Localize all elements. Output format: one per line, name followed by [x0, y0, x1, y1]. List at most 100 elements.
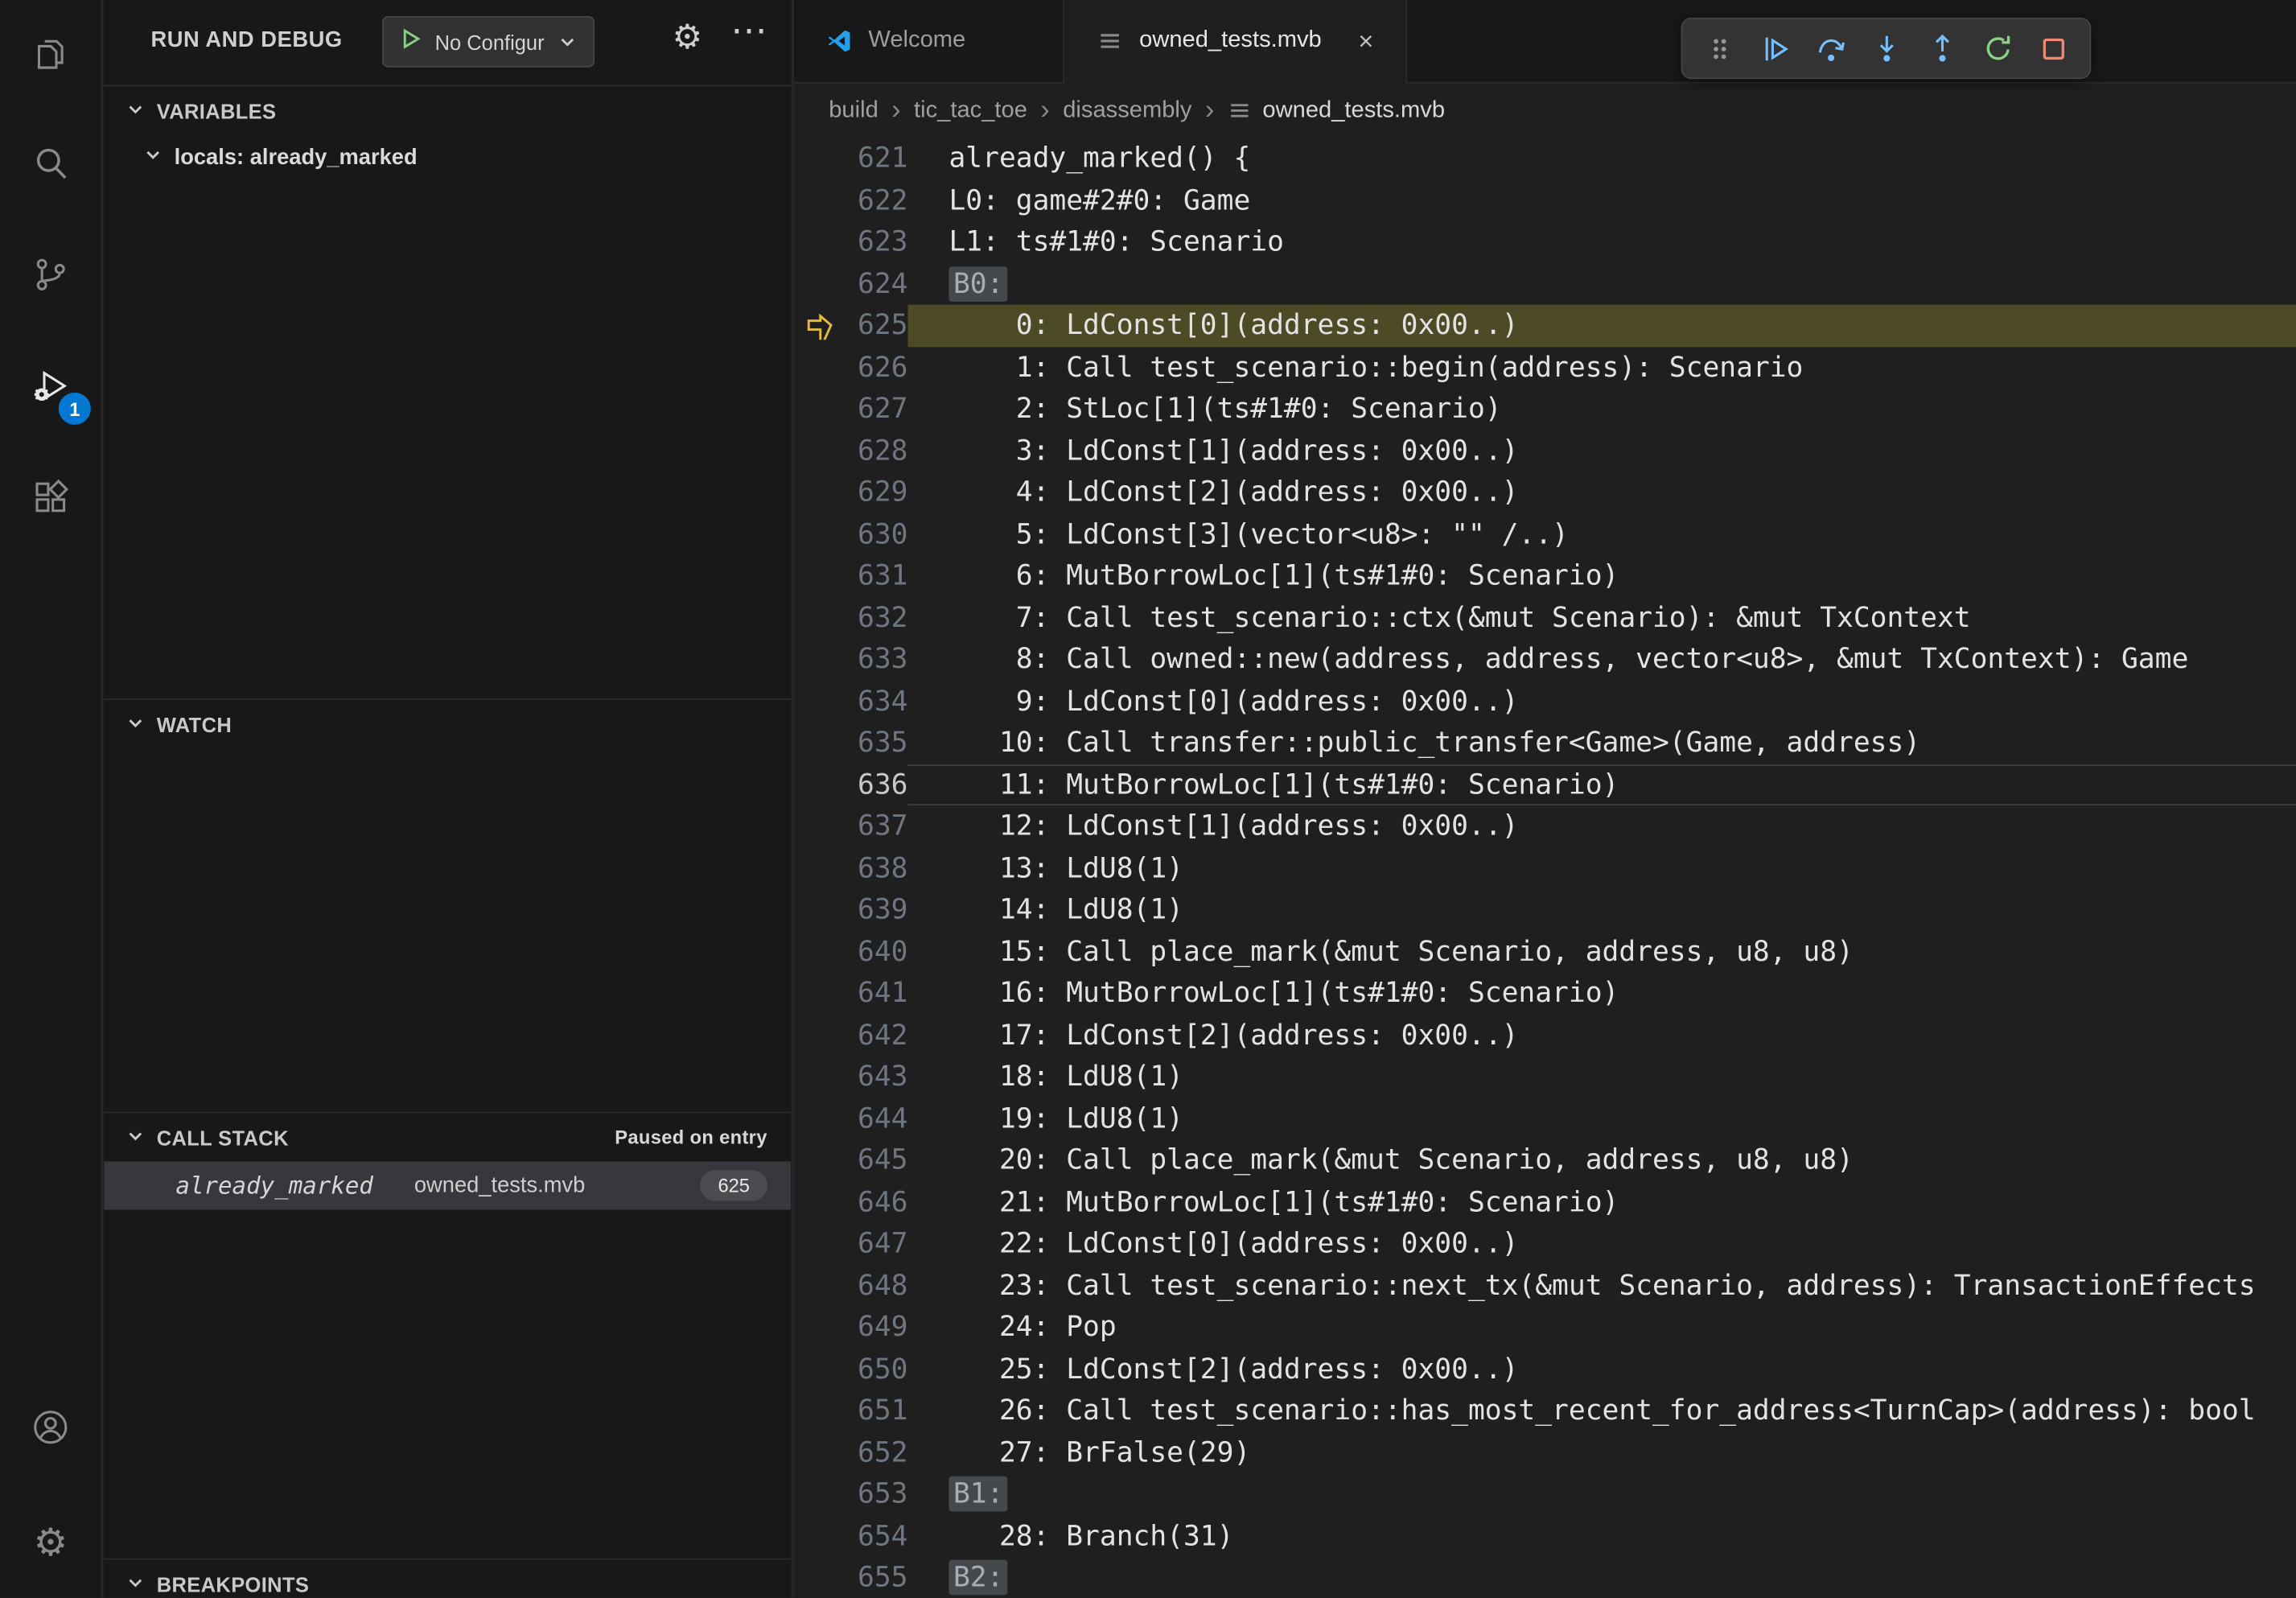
code-line-624[interactable]: 624B0: — [794, 263, 2296, 305]
debug-step-out-button[interactable] — [1914, 22, 1969, 75]
breadcrumb-item[interactable]: disassembly — [1063, 97, 1191, 124]
code-line-641[interactable]: 641 16: MutBorrowLoc[1](ts#1#0: Scenario… — [794, 973, 2296, 1015]
code-line-649[interactable]: 649 24: Pop — [794, 1307, 2296, 1349]
glyph-margin[interactable] — [794, 513, 847, 555]
activity-item-explorer[interactable] — [0, 0, 101, 111]
code-line-622[interactable]: 622L0: game#2#0: Game — [794, 179, 2296, 221]
code-line-634[interactable]: 634 9: LdConst[0](address: 0x00..) — [794, 680, 2296, 722]
glyph-margin[interactable] — [794, 472, 847, 513]
call-stack-frame-row[interactable]: already_marked owned_tests.mvb 625 — [104, 1161, 791, 1209]
variables-section-header[interactable]: VARIABLES — [104, 86, 791, 134]
code-line-652[interactable]: 652 27: BrFalse(29) — [794, 1431, 2296, 1473]
glyph-margin[interactable] — [794, 555, 847, 597]
debug-restart-button[interactable] — [1969, 22, 2025, 75]
activity-item-search[interactable] — [0, 111, 101, 222]
glyph-margin[interactable] — [794, 597, 847, 639]
code-line-636[interactable]: 636 11: MutBorrowLoc[1](ts#1#0: Scenario… — [794, 764, 2296, 805]
code-line-654[interactable]: 654 28: Branch(31) — [794, 1515, 2296, 1557]
code-line-629[interactable]: 629 4: LdConst[2](address: 0x00..) — [794, 472, 2296, 513]
glyph-margin[interactable] — [794, 1473, 847, 1515]
glyph-margin[interactable] — [794, 1181, 847, 1223]
glyph-margin[interactable] — [794, 263, 847, 305]
configure-gear-icon[interactable]: ⚙ — [672, 20, 702, 54]
glyph-margin[interactable] — [794, 346, 847, 388]
tab-welcome[interactable]: Welcome — [794, 0, 1065, 82]
glyph-margin[interactable] — [794, 138, 847, 179]
debug-toolbar-drag-handle[interactable] — [1691, 22, 1747, 75]
call-stack-section-header[interactable]: CALL STACK Paused on entry — [104, 1113, 791, 1161]
glyph-margin[interactable] — [794, 1307, 847, 1349]
glyph-margin[interactable] — [794, 388, 847, 430]
code-line-638[interactable]: 638 13: LdU8(1) — [794, 847, 2296, 889]
glyph-margin[interactable] — [794, 1265, 847, 1307]
code-line-646[interactable]: 646 21: MutBorrowLoc[1](ts#1#0: Scenario… — [794, 1181, 2296, 1223]
code-line-633[interactable]: 633 8: Call owned::new(address, address,… — [794, 639, 2296, 681]
glyph-margin[interactable] — [794, 847, 847, 889]
glyph-margin[interactable] — [794, 1515, 847, 1557]
glyph-margin[interactable] — [794, 1348, 847, 1390]
variables-scope-row[interactable]: locals: already_marked — [104, 134, 791, 179]
glyph-margin[interactable] — [794, 1014, 847, 1056]
glyph-margin[interactable] — [794, 1056, 847, 1098]
activity-item-extensions[interactable] — [0, 445, 101, 556]
code-line-625[interactable]: 625 0: LdConst[0](address: 0x00..) — [794, 305, 2296, 347]
glyph-margin[interactable] — [794, 764, 847, 805]
code-line-635[interactable]: 635 10: Call transfer::public_transfer<G… — [794, 722, 2296, 764]
glyph-margin[interactable] — [794, 179, 847, 221]
glyph-margin[interactable] — [794, 889, 847, 931]
code-line-637[interactable]: 637 12: LdConst[1](address: 0x00..) — [794, 805, 2296, 847]
code-line-640[interactable]: 640 15: Call place_mark(&mut Scenario, a… — [794, 931, 2296, 973]
glyph-margin[interactable] — [794, 1223, 847, 1265]
code-line-627[interactable]: 627 2: StLoc[1](ts#1#0: Scenario) — [794, 388, 2296, 430]
glyph-margin[interactable] — [794, 931, 847, 973]
watch-section-header[interactable]: WATCH — [104, 700, 791, 748]
code-editor[interactable]: 621already_marked() {622L0: game#2#0: Ga… — [794, 138, 2296, 1598]
code-line-639[interactable]: 639 14: LdU8(1) — [794, 889, 2296, 931]
code-line-655[interactable]: 655B2: — [794, 1557, 2296, 1598]
code-line-653[interactable]: 653B1: — [794, 1473, 2296, 1515]
code-line-621[interactable]: 621already_marked() { — [794, 138, 2296, 179]
activity-item-run-and-debug[interactable]: 1 — [0, 334, 101, 445]
glyph-margin[interactable] — [794, 639, 847, 681]
start-debugging-icon[interactable] — [398, 26, 423, 58]
code-line-626[interactable]: 626 1: Call test_scenario::begin(address… — [794, 346, 2296, 388]
code-line-630[interactable]: 630 5: LdConst[3](vector<u8>: "" /..) — [794, 513, 2296, 555]
code-line-623[interactable]: 623L1: ts#1#0: Scenario — [794, 221, 2296, 263]
code-line-651[interactable]: 651 26: Call test_scenario::has_most_rec… — [794, 1390, 2296, 1431]
code-line-631[interactable]: 631 6: MutBorrowLoc[1](ts#1#0: Scenario) — [794, 555, 2296, 597]
glyph-margin[interactable] — [794, 1557, 847, 1598]
glyph-margin[interactable] — [794, 973, 847, 1015]
breadcrumb-item[interactable]: build — [829, 97, 878, 124]
glyph-margin[interactable] — [794, 1139, 847, 1181]
glyph-margin[interactable] — [794, 430, 847, 472]
glyph-margin[interactable] — [794, 680, 847, 722]
glyph-margin[interactable] — [794, 1390, 847, 1431]
activity-item-settings[interactable]: ⚙ — [0, 1487, 101, 1598]
glyph-margin[interactable] — [794, 221, 847, 263]
debug-step-into-button[interactable] — [1858, 22, 1914, 75]
debug-stop-button[interactable] — [2025, 22, 2080, 75]
code-line-643[interactable]: 643 18: LdU8(1) — [794, 1056, 2296, 1098]
glyph-margin[interactable] — [794, 1098, 847, 1139]
breadcrumb-item[interactable]: owned_tests.mvb — [1228, 97, 1445, 124]
more-actions-icon[interactable]: ⋯ — [730, 13, 768, 50]
glyph-margin[interactable] — [794, 722, 847, 764]
code-line-648[interactable]: 648 23: Call test_scenario::next_tx(&mut… — [794, 1265, 2296, 1307]
breakpoints-section-header[interactable]: BREAKPOINTS — [104, 1560, 791, 1598]
activity-item-source-control[interactable] — [0, 223, 101, 334]
close-icon[interactable]: × — [1358, 26, 1373, 56]
code-line-642[interactable]: 642 17: LdConst[2](address: 0x00..) — [794, 1014, 2296, 1056]
current-frame-arrow-icon[interactable] — [794, 305, 847, 347]
debug-step-over-button[interactable] — [1803, 22, 1858, 75]
tab-owned-tests-mvb[interactable]: owned_tests.mvb× — [1064, 0, 1407, 82]
activity-item-account[interactable] — [0, 1375, 101, 1486]
code-line-632[interactable]: 632 7: Call test_scenario::ctx(&mut Scen… — [794, 597, 2296, 639]
glyph-margin[interactable] — [794, 1431, 847, 1473]
code-line-645[interactable]: 645 20: Call place_mark(&mut Scenario, a… — [794, 1139, 2296, 1181]
code-line-647[interactable]: 647 22: LdConst[0](address: 0x00..) — [794, 1223, 2296, 1265]
debug-continue-button[interactable] — [1747, 22, 1802, 75]
code-line-628[interactable]: 628 3: LdConst[1](address: 0x00..) — [794, 430, 2296, 472]
code-line-644[interactable]: 644 19: LdU8(1) — [794, 1098, 2296, 1139]
code-line-650[interactable]: 650 25: LdConst[2](address: 0x00..) — [794, 1348, 2296, 1390]
glyph-margin[interactable] — [794, 805, 847, 847]
